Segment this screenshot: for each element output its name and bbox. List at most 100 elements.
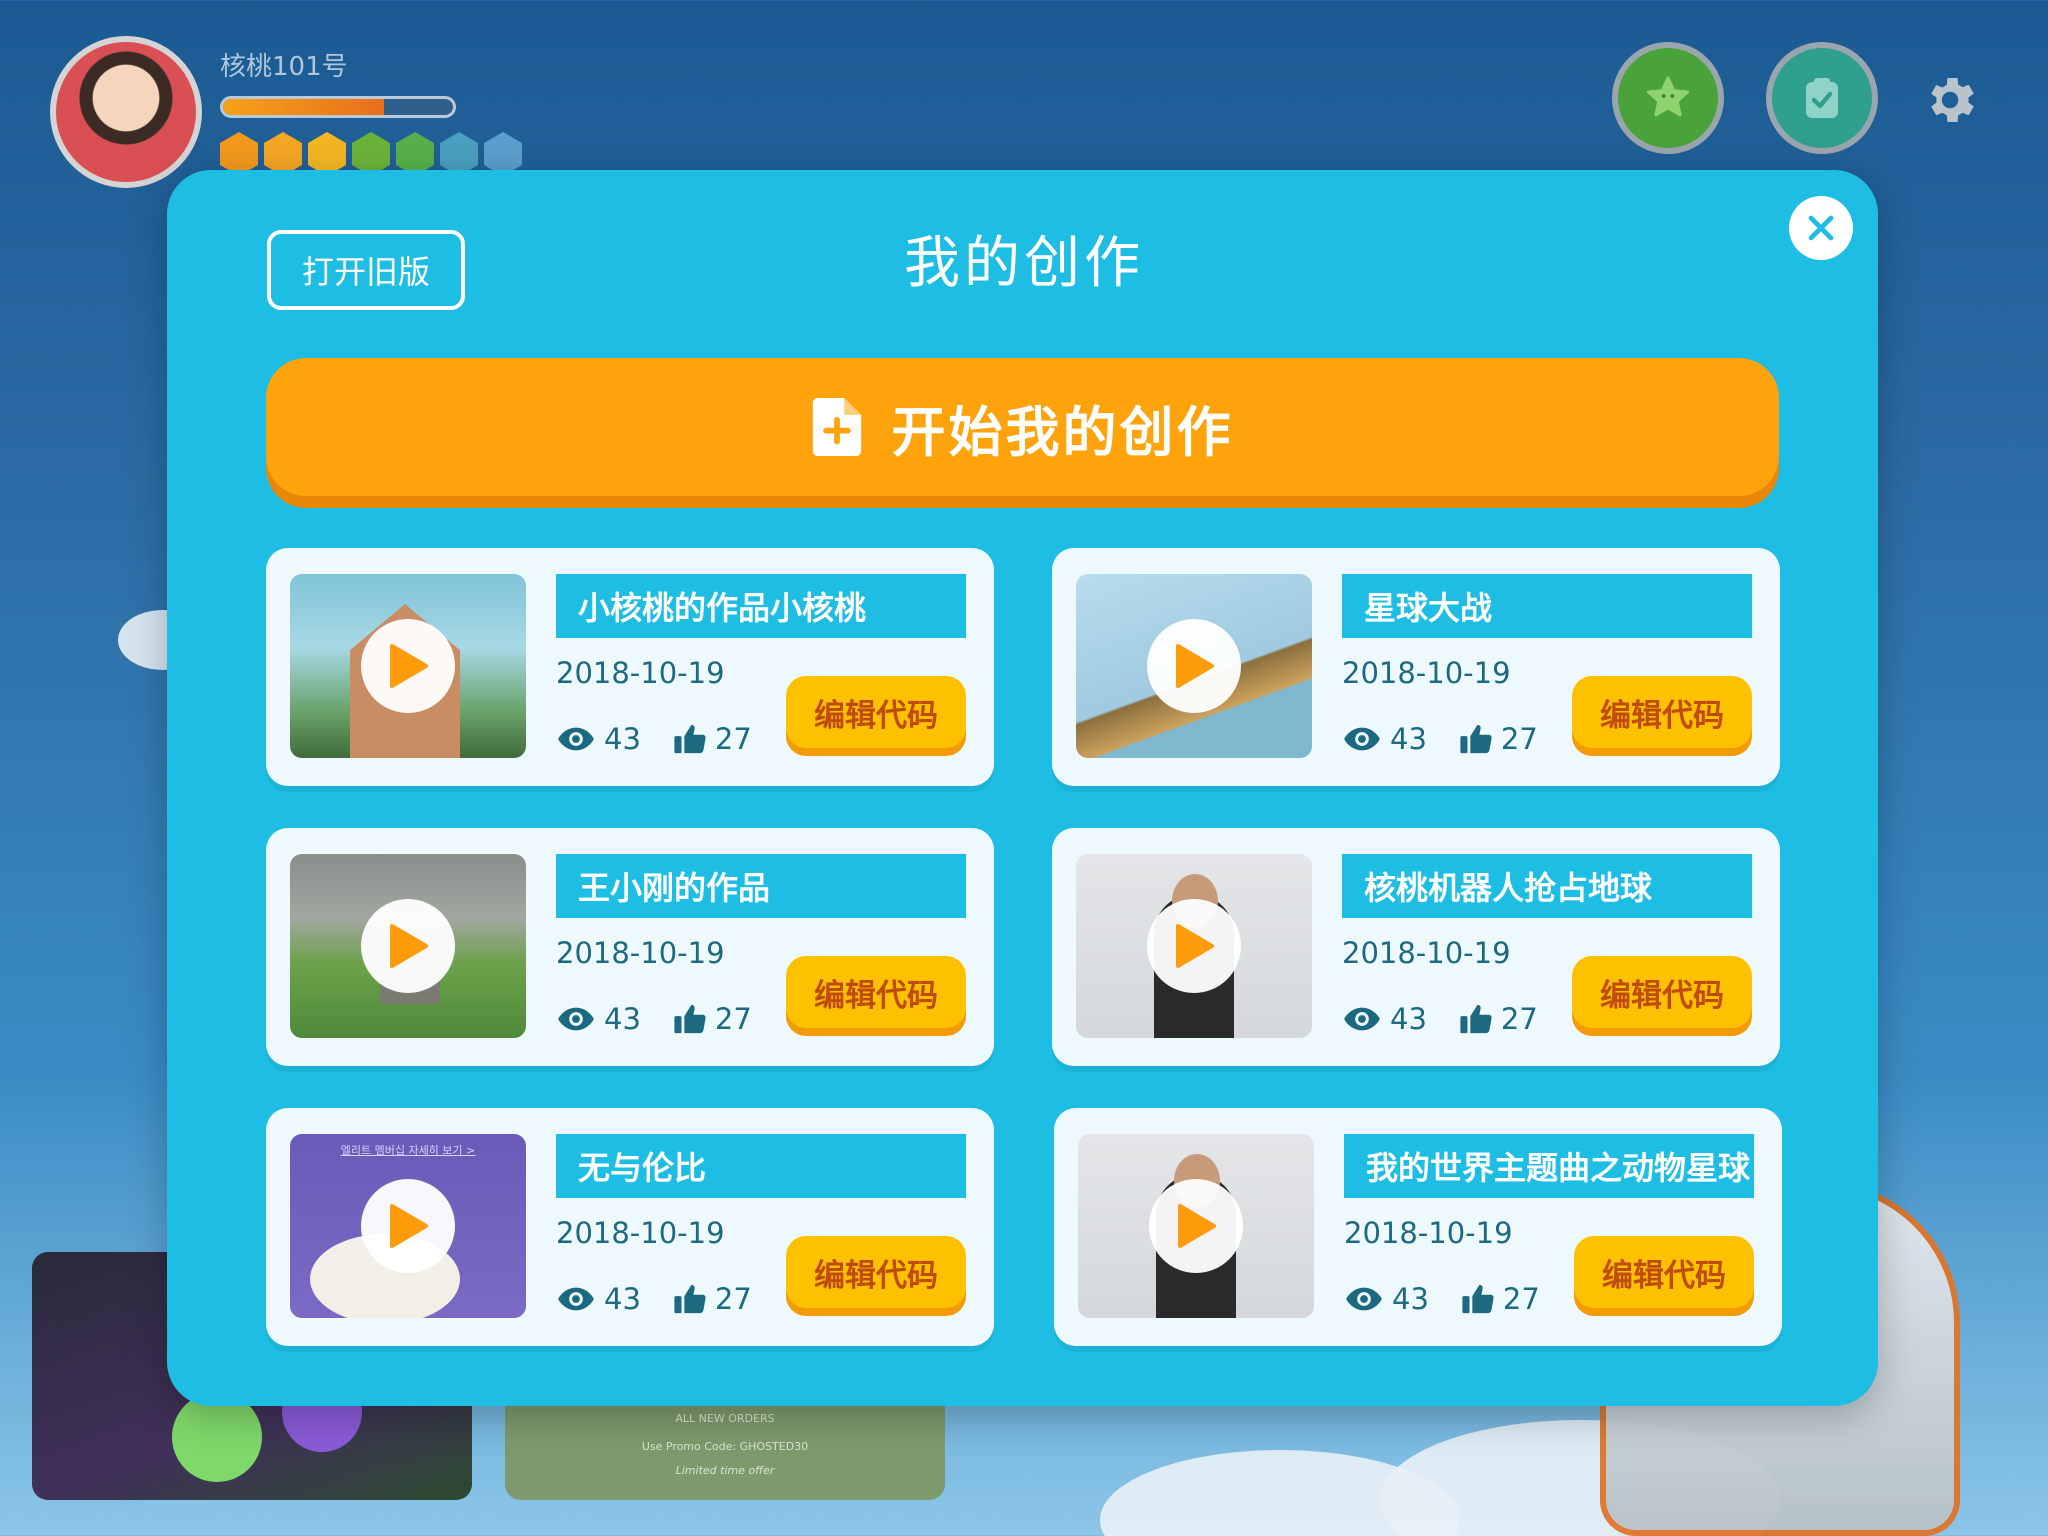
- like-count: 27: [1459, 722, 1538, 756]
- work-card: 엘리트 멤버십 자세히 보기 > 无与伦比 2018-10-19 43 27 编…: [266, 1108, 994, 1346]
- thumbs-up-icon: [674, 1004, 706, 1034]
- work-title: 我的世界主题曲之动物星球: [1344, 1134, 1754, 1198]
- view-count: 43: [556, 1002, 641, 1036]
- promo-line: ALL NEW ORDERS: [675, 1412, 775, 1425]
- start-creation-button[interactable]: 开始我的创作: [266, 358, 1779, 496]
- like-count-value: 27: [714, 1282, 752, 1316]
- star-icon: [1646, 76, 1690, 117]
- play-button[interactable]: [361, 899, 455, 993]
- like-count-value: 27: [1500, 1002, 1538, 1036]
- modal-title: 我的创作: [904, 231, 1144, 296]
- like-count: 27: [1461, 1282, 1540, 1316]
- work-stats: 43 27: [556, 722, 784, 756]
- tasks-button[interactable]: [1766, 42, 1878, 154]
- thumbs-up-icon: [1462, 1284, 1494, 1314]
- eye-icon: [1346, 1287, 1382, 1311]
- work-thumbnail[interactable]: [290, 854, 526, 1038]
- view-count: 43: [1342, 1002, 1427, 1036]
- user-avatar[interactable]: [50, 36, 202, 188]
- work-thumbnail[interactable]: [1076, 854, 1312, 1038]
- start-creation-label: 开始我的创作: [891, 400, 1234, 464]
- view-count-value: 43: [1390, 1002, 1427, 1036]
- play-button[interactable]: [1147, 899, 1241, 993]
- work-stats: 43 27: [1342, 1002, 1570, 1036]
- xp-progress-bar: [220, 96, 456, 118]
- work-title: 核桃机器人抢占地球: [1342, 854, 1752, 918]
- eye-icon: [558, 1287, 594, 1311]
- work-thumbnail[interactable]: [1076, 574, 1312, 758]
- view-count-value: 43: [1390, 722, 1427, 756]
- eye-icon: [558, 1007, 594, 1031]
- play-icon: [390, 644, 428, 688]
- work-title: 王小刚的作品: [556, 854, 966, 918]
- thumbs-up-icon: [1460, 724, 1492, 754]
- work-title: 无与伦比: [556, 1134, 966, 1198]
- checklist-icon: [1806, 78, 1838, 118]
- play-icon: [1178, 1204, 1216, 1248]
- edit-code-button[interactable]: 编辑代码: [1572, 676, 1752, 748]
- eye-icon: [1344, 1007, 1380, 1031]
- thumbs-up-icon: [674, 724, 706, 754]
- work-stats: 43 27: [556, 1282, 784, 1316]
- play-icon: [1176, 644, 1214, 688]
- xp-progress-fill: [223, 99, 384, 115]
- view-count-value: 43: [1392, 1282, 1429, 1316]
- promo-line: Use Promo Code: GHOSTED30: [641, 1440, 809, 1453]
- play-button[interactable]: [1149, 1179, 1243, 1273]
- work-card: 星球大战 2018-10-19 43 27 编辑代码: [1052, 548, 1780, 786]
- play-icon: [390, 924, 428, 968]
- view-count-value: 43: [604, 1282, 641, 1316]
- work-date: 2018-10-19: [1342, 656, 1511, 690]
- thumbnail-caption: 엘리트 멤버십 자세히 보기 >: [340, 1144, 476, 1157]
- settings-button[interactable]: [1916, 66, 1984, 134]
- like-count: 27: [673, 722, 752, 756]
- edit-code-button[interactable]: 编辑代码: [1574, 1236, 1754, 1308]
- thumbs-up-icon: [1460, 1004, 1492, 1034]
- work-title: 星球大战: [1342, 574, 1752, 638]
- like-count: 27: [673, 1282, 752, 1316]
- view-count: 43: [556, 722, 641, 756]
- eye-icon: [558, 727, 594, 751]
- play-icon: [390, 1204, 428, 1248]
- play-button[interactable]: [361, 1179, 455, 1273]
- edit-code-button[interactable]: 编辑代码: [786, 956, 966, 1028]
- eye-icon: [1344, 727, 1380, 751]
- like-count-value: 27: [1502, 1282, 1540, 1316]
- favorites-button[interactable]: [1612, 42, 1724, 154]
- work-stats: 43 27: [556, 1002, 784, 1036]
- work-date: 2018-10-19: [556, 656, 725, 690]
- username: 核桃101号: [220, 52, 348, 82]
- edit-code-button[interactable]: 编辑代码: [1572, 956, 1752, 1028]
- play-icon: [1176, 924, 1214, 968]
- like-count-value: 27: [1500, 722, 1538, 756]
- like-count: 27: [1459, 1002, 1538, 1036]
- play-button[interactable]: [1147, 619, 1241, 713]
- view-count: 43: [556, 1282, 641, 1316]
- work-title: 小核桃的作品小核桃: [556, 574, 966, 638]
- work-card: 核桃机器人抢占地球 2018-10-19 43 27 编辑代码: [1052, 828, 1780, 1066]
- work-date: 2018-10-19: [1344, 1216, 1513, 1250]
- like-count: 27: [673, 1002, 752, 1036]
- work-thumbnail[interactable]: [290, 574, 526, 758]
- edit-code-button[interactable]: 编辑代码: [786, 1236, 966, 1308]
- work-thumbnail[interactable]: [1078, 1134, 1314, 1318]
- edit-code-button[interactable]: 编辑代码: [786, 676, 966, 748]
- like-count-value: 27: [714, 1002, 752, 1036]
- work-card: 我的世界主题曲之动物星球 2018-10-19 43 27 编辑代码: [1054, 1108, 1782, 1346]
- work-stats: 43 27: [1344, 1282, 1572, 1316]
- work-card: 小核桃的作品小核桃 2018-10-19 43 27 编辑代码: [266, 548, 994, 786]
- promo-line: Limited time offer: [675, 1464, 775, 1477]
- view-count: 43: [1342, 722, 1427, 756]
- work-date: 2018-10-19: [556, 936, 725, 970]
- view-count-value: 43: [604, 1002, 641, 1036]
- work-stats: 43 27: [1342, 722, 1570, 756]
- work-thumbnail[interactable]: 엘리트 멤버십 자세히 보기 >: [290, 1134, 526, 1318]
- like-count-value: 27: [714, 722, 752, 756]
- play-button[interactable]: [361, 619, 455, 713]
- gear-icon: [1931, 78, 1974, 122]
- view-count-value: 43: [604, 722, 641, 756]
- work-date: 2018-10-19: [556, 1216, 725, 1250]
- view-count: 43: [1344, 1282, 1429, 1316]
- thumbs-up-icon: [674, 1284, 706, 1314]
- work-card: 王小刚的作品 2018-10-19 43 27 编辑代码: [266, 828, 994, 1066]
